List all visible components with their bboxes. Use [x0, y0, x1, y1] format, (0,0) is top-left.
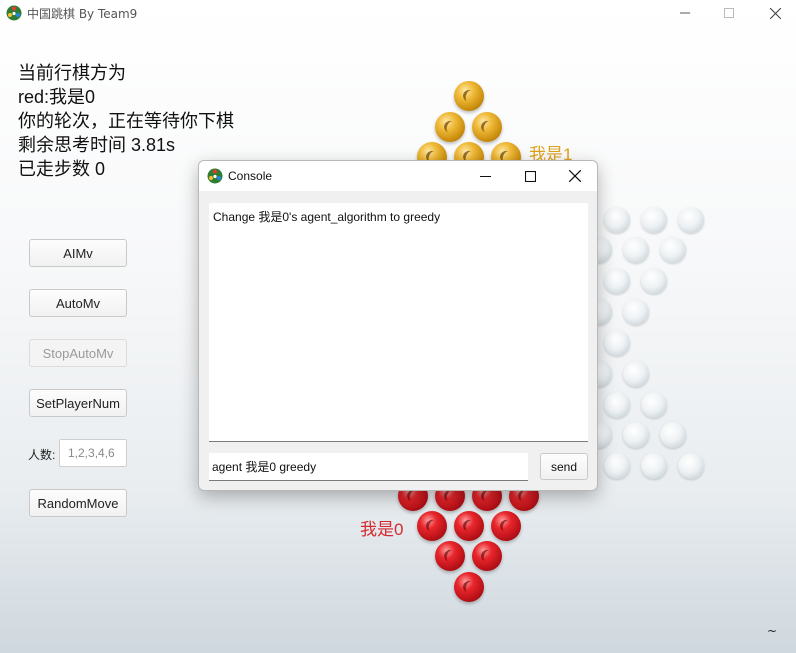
red-marble[interactable]	[454, 572, 484, 602]
board-hole[interactable]	[678, 453, 704, 479]
gold-marble[interactable]	[472, 112, 502, 142]
step-count: 已走步数 0	[18, 159, 106, 179]
board-hole[interactable]	[660, 237, 686, 263]
player-bottom-label: 我是0	[360, 520, 404, 539]
turn-status: 你的轮次，正在等待你下棋	[18, 111, 234, 131]
player-count-input[interactable]: 1,2,3,4,6	[59, 439, 127, 467]
send-button[interactable]: send	[540, 453, 588, 480]
set-player-num-button[interactable]: SetPlayerNum	[29, 389, 127, 417]
auto-move-button[interactable]: AutoMv	[29, 289, 127, 317]
board-hole[interactable]	[641, 207, 667, 233]
console-close-button[interactable]	[563, 165, 587, 187]
board-hole[interactable]	[604, 392, 630, 418]
board-hole[interactable]	[604, 453, 630, 479]
board-hole[interactable]	[623, 361, 649, 387]
corner-mark: ~	[767, 624, 778, 638]
stop-auto-move-button[interactable]: StopAutoMv	[29, 339, 127, 367]
remaining-time: 剩余思考时间 3.81s	[18, 135, 176, 155]
red-marble[interactable]	[491, 511, 521, 541]
gold-marble[interactable]	[435, 112, 465, 142]
console-window: Console Change 我是0's agent_algorithm to …	[198, 160, 598, 491]
window-title: 中国跳棋 By Team9	[27, 7, 138, 21]
board-hole[interactable]	[604, 207, 630, 233]
console-minimize-button[interactable]	[473, 165, 497, 187]
gold-marble[interactable]	[454, 81, 484, 111]
player-count-label: 人数:	[28, 448, 56, 462]
console-command-input[interactable]: agent 我是0 greedy	[209, 453, 528, 481]
board-hole[interactable]	[623, 299, 649, 325]
app-icon	[6, 5, 22, 21]
minimize-icon	[479, 175, 491, 177]
current-player-name: red:我是0	[18, 87, 96, 107]
current-player-heading: 当前行棋方为	[18, 63, 126, 83]
red-marble[interactable]	[454, 511, 484, 541]
random-move-button[interactable]: RandomMove	[29, 489, 127, 517]
maximize-button[interactable]	[706, 0, 752, 26]
board-hole[interactable]	[641, 392, 667, 418]
console-title: Console	[228, 169, 273, 183]
red-marble[interactable]	[472, 541, 502, 571]
minimize-button[interactable]	[662, 0, 708, 26]
board-hole[interactable]	[623, 237, 649, 263]
close-button[interactable]	[752, 0, 796, 26]
ai-move-button[interactable]: AIMv	[29, 239, 127, 267]
board-hole[interactable]	[641, 268, 667, 294]
console-title-bar: Console	[199, 161, 597, 191]
close-icon	[769, 7, 781, 19]
close-icon	[569, 170, 581, 182]
board-hole[interactable]	[660, 422, 686, 448]
maximize-icon	[724, 8, 734, 18]
console-maximize-button[interactable]	[518, 165, 542, 187]
title-bar: 中国跳棋 By Team9	[0, 0, 796, 26]
console-output[interactable]: Change 我是0's agent_algorithm to greedy	[209, 203, 588, 442]
board-hole[interactable]	[604, 268, 630, 294]
maximize-icon	[524, 170, 536, 182]
board-hole[interactable]	[678, 207, 704, 233]
red-marble[interactable]	[435, 541, 465, 571]
minimize-icon	[680, 12, 690, 14]
board-hole[interactable]	[604, 330, 630, 356]
board-hole[interactable]	[641, 453, 667, 479]
board-hole[interactable]	[623, 422, 649, 448]
app-icon	[207, 168, 223, 184]
red-marble[interactable]	[417, 511, 447, 541]
